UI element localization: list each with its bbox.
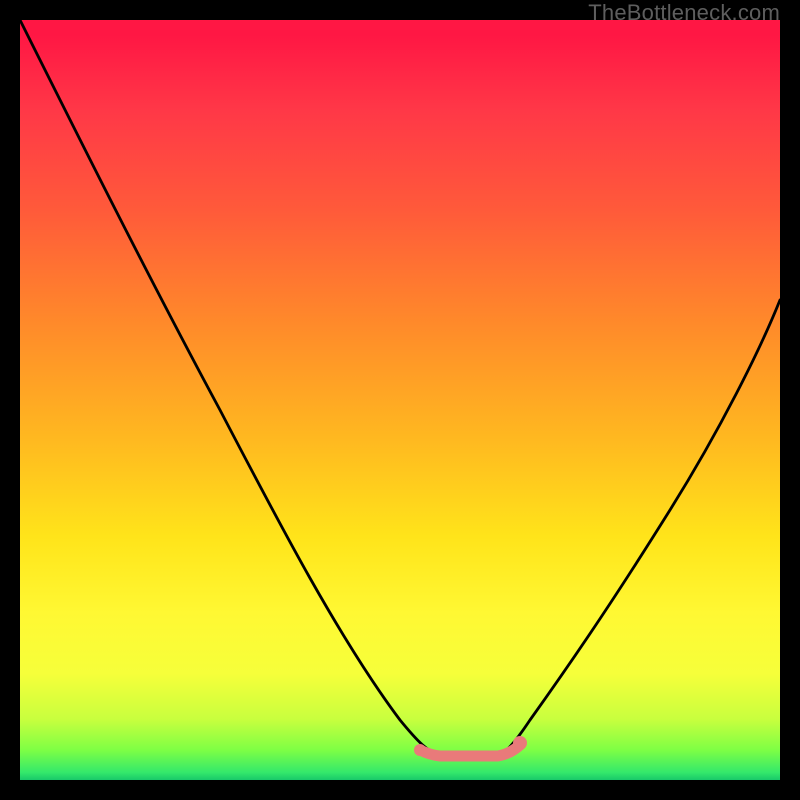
plot-area xyxy=(20,20,780,780)
plateau-dot-right xyxy=(513,736,527,750)
attribution-text: TheBottleneck.com xyxy=(588,0,780,26)
chart-frame: TheBottleneck.com xyxy=(0,0,800,800)
chart-svg xyxy=(20,20,780,780)
bottleneck-curve xyxy=(20,20,780,755)
plateau-highlight xyxy=(420,745,520,756)
plateau-dot-left xyxy=(414,744,426,756)
